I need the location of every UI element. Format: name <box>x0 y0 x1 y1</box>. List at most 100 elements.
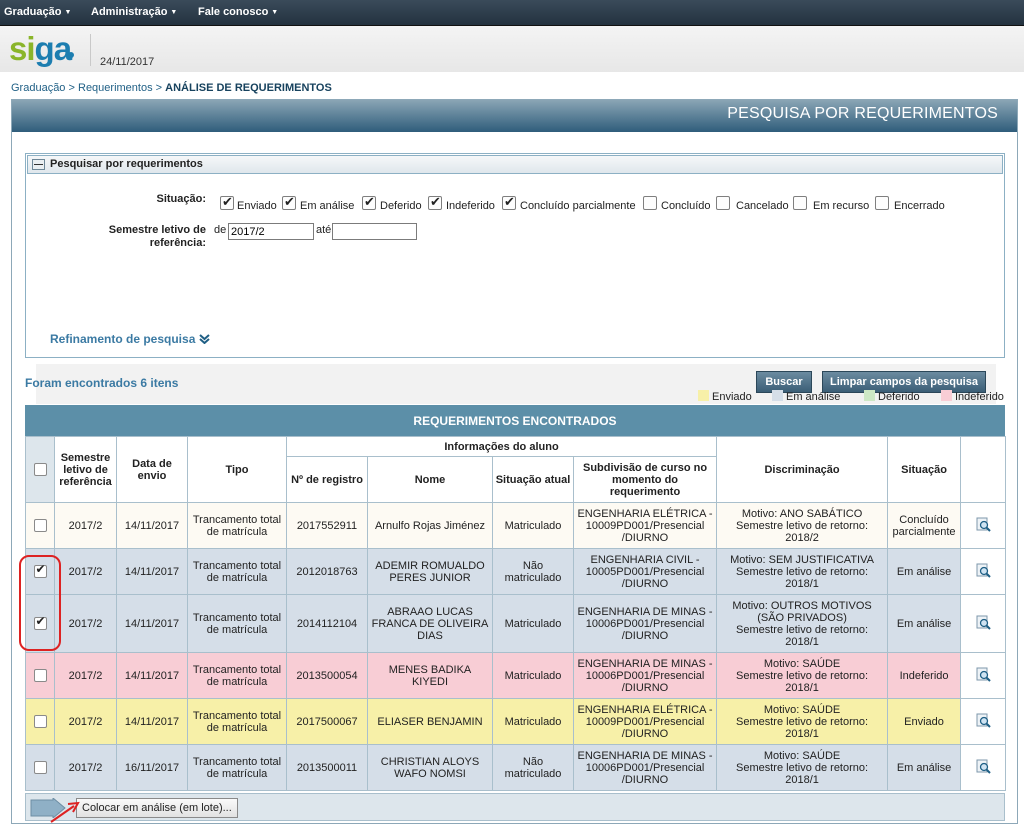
menu-graduacao[interactable]: Graduação ▼ <box>4 6 71 18</box>
checkbox-deferido[interactable] <box>362 194 376 210</box>
cell-actions <box>960 744 1007 791</box>
cell-semestre: 2017/2 <box>54 548 117 595</box>
checkbox-label-deferido: Deferido <box>380 200 422 212</box>
cell-situacao-atual: Matriculado <box>492 594 574 653</box>
header-situacao[interactable]: Situação <box>887 436 962 503</box>
cell-data: 16/11/2017 <box>116 744 188 791</box>
header-date: 24/11/2017 <box>100 56 155 68</box>
cell-semestre: 2017/2 <box>54 744 117 791</box>
refinamento-label: Refinamento de pesquisa <box>50 332 196 346</box>
logo-text-b: ga <box>34 30 73 67</box>
view-details-icon[interactable] <box>976 759 991 774</box>
checkbox-concluido[interactable] <box>643 196 657 210</box>
cell-discriminacao: Motivo: SAÚDE Semestre letivo de retorno:… <box>716 698 889 745</box>
cell-situacao: Em análise <box>887 548 962 595</box>
cell-nome: MENES BADIKA KIYEDI <box>367 652 493 699</box>
menu-label: Fale conosco <box>198 6 269 18</box>
checkbox-label-enviado: Enviado <box>237 200 277 212</box>
cell-discriminacao: Motivo: SAÚDE Semestre letivo de retorno:… <box>716 744 889 791</box>
checkbox-cancelado[interactable] <box>716 196 730 210</box>
collapse-icon[interactable]: — <box>32 159 45 170</box>
row-checkbox[interactable] <box>33 519 47 532</box>
colocar-em-analise-lote-button[interactable]: Colocar em análise (em lote)... <box>76 798 238 818</box>
header-registro[interactable]: Nº de registro <box>286 456 368 503</box>
disc-retorno: Semestre letivo de retorno: 2018/1 <box>736 715 869 740</box>
page-title: PESQUISA POR REQUERIMENTOS <box>12 100 1017 132</box>
legend-deferido: Deferido <box>864 390 920 403</box>
cell-nome: ELIASER BENJAMIN <box>367 698 493 745</box>
disc-motivo: Motivo: SAÚDE <box>763 749 841 762</box>
header-discriminacao[interactable]: Discriminação <box>716 436 889 503</box>
checkbox-em-recurso[interactable] <box>793 196 807 210</box>
cell-tipo: Trancamento total de matrícula <box>187 594 287 653</box>
menu-label: Graduação <box>4 6 62 18</box>
cell-data: 14/11/2017 <box>116 502 188 549</box>
cell-situacao: Enviado <box>887 698 962 745</box>
select-all-checkbox[interactable] <box>33 463 47 476</box>
cell-situacao: Concluído parcialmente <box>887 502 962 549</box>
header-subdivisao[interactable]: Subdivisão de curso no momento do requer… <box>572 456 718 503</box>
checkbox-label-concluido-parcialmente: Concluído parcialmente <box>520 200 636 212</box>
checkbox-indeferido[interactable] <box>428 194 442 210</box>
cell-data: 14/11/2017 <box>116 698 188 745</box>
view-details-icon[interactable] <box>976 563 991 578</box>
cell-actions <box>960 652 1007 699</box>
semestre-label: Semestre letivo de referência: <box>86 224 206 250</box>
select-all-cell <box>25 436 55 503</box>
row-checkbox-cell <box>25 652 55 699</box>
view-details-icon[interactable] <box>976 615 991 630</box>
menu-fale-conosco[interactable]: Fale conosco ▼ <box>198 6 278 18</box>
disc-retorno: Semestre letivo de retorno: 2018/1 <box>736 669 869 694</box>
highlight-arrow-icon <box>50 801 80 823</box>
header-situacao-atual[interactable]: Situação atual <box>492 456 574 503</box>
results-title: REQUERIMENTOS ENCONTRADOS <box>25 405 1005 436</box>
breadcrumb: Graduação > Requerimentos > ANÁLISE DE R… <box>11 82 332 94</box>
checkbox-enviado[interactable] <box>220 194 234 210</box>
header-semestre[interactable]: Semestre letivo de referência <box>54 436 117 503</box>
search-legend-label: Pesquisar por requerimentos <box>50 158 203 170</box>
refinamento-link[interactable]: Refinamento de pesquisa <box>50 332 210 346</box>
semestre-ate-input[interactable] <box>332 223 417 240</box>
cell-semestre: 2017/2 <box>54 594 117 653</box>
top-nav: Graduação ▼ Administração ▼ Fale conosco ▼ <box>0 0 1024 26</box>
view-details-icon[interactable] <box>976 667 991 682</box>
ate-label: até <box>316 224 332 236</box>
breadcrumb-requerimentos[interactable]: Requerimentos <box>78 82 153 94</box>
view-details-icon[interactable] <box>976 713 991 728</box>
semestre-de-input[interactable] <box>228 223 314 240</box>
search-button-bar: Buscar Limpar campos da pesquisa <box>36 364 996 404</box>
checkbox-label-concluido: Concluído <box>661 200 711 212</box>
row-checkbox[interactable] <box>33 761 47 774</box>
header-tipo[interactable]: Tipo <box>187 436 287 503</box>
legend-label: Indeferido <box>955 391 1004 403</box>
row-checkbox[interactable] <box>33 715 47 728</box>
table-row: 2017/214/11/2017Trancamento total de mat… <box>25 594 1007 653</box>
breadcrumb-graduacao[interactable]: Graduação <box>11 82 65 94</box>
checkbox-em-analise[interactable] <box>282 194 296 210</box>
cell-data: 14/11/2017 <box>116 548 188 595</box>
header-data[interactable]: Data de envio <box>116 436 188 503</box>
cell-semestre: 2017/2 <box>54 652 117 699</box>
disc-retorno: Semestre letivo de retorno: 2018/1 <box>736 565 869 590</box>
row-checkbox[interactable] <box>33 669 47 682</box>
menu-administracao[interactable]: Administração ▼ <box>91 6 177 18</box>
header-nome[interactable]: Nome <box>367 456 493 503</box>
disc-motivo: Motivo: SAÚDE <box>763 657 841 670</box>
cell-subdivisao: ENGENHARIA DE MINAS - 10006PD001/Presenc… <box>572 652 718 699</box>
cell-tipo: Trancamento total de matrícula <box>187 548 287 595</box>
header: siga 24/11/2017 <box>0 26 1024 72</box>
cell-data: 14/11/2017 <box>116 594 188 653</box>
cell-situacao-atual: Matriculado <box>492 502 574 549</box>
checkbox-encerrado[interactable] <box>875 196 889 210</box>
cell-discriminacao: Motivo: OUTROS MOTIVOS (SÃO PRIVADOS) Sem… <box>716 594 889 653</box>
cell-situacao: Indeferido <box>887 652 962 699</box>
cell-semestre: 2017/2 <box>54 698 117 745</box>
situacao-label: Situação: <box>156 193 206 205</box>
siga-logo[interactable]: siga <box>9 30 74 68</box>
batch-action-bar: Colocar em análise (em lote)... <box>25 793 1005 821</box>
caret-down-icon: ▼ <box>64 9 72 16</box>
table-row: 2017/214/11/2017Trancamento total de mat… <box>25 698 1007 745</box>
legend-label: Deferido <box>878 391 920 403</box>
view-details-icon[interactable] <box>976 517 991 532</box>
checkbox-concluido-parcialmente[interactable] <box>502 194 516 210</box>
